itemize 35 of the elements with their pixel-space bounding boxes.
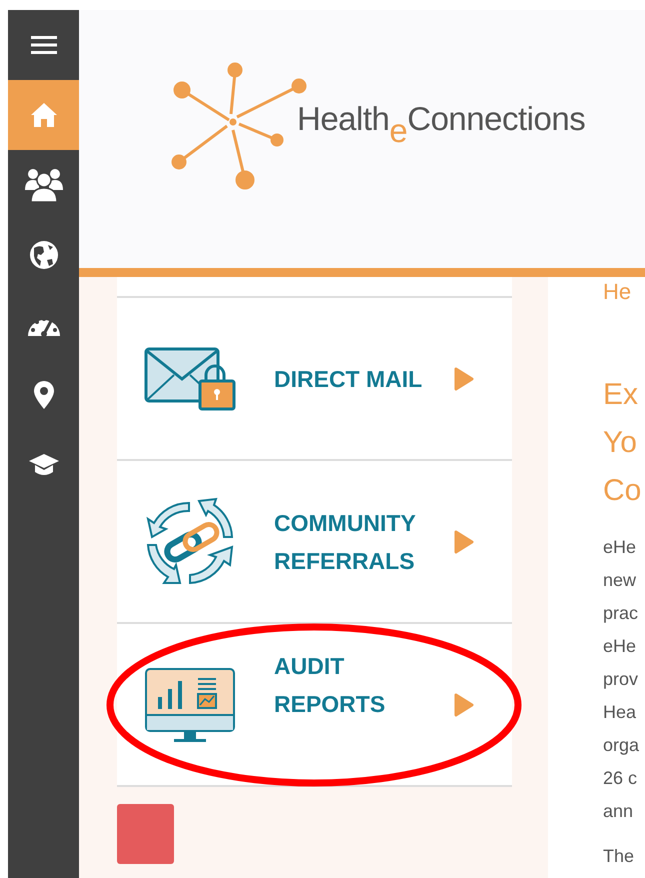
chain-link-icon (144, 496, 236, 586)
service-title: AUDIT (274, 652, 346, 680)
article-heading: Yo (603, 425, 638, 461)
location-pin-icon (34, 381, 54, 409)
play-arrow-icon (454, 530, 474, 554)
article-text: prac (603, 602, 640, 625)
service-title: REFERRALS (274, 546, 416, 576)
article-text: He (603, 279, 632, 305)
article-text: The (603, 845, 636, 868)
service-link[interactable]: DIRECT MAIL (117, 298, 512, 461)
article-text: eHe (603, 635, 638, 658)
menu-icon (30, 35, 56, 55)
article-heading: Co (603, 473, 642, 509)
service-link[interactable]: COMMUNITY REFERRALS (117, 461, 512, 624)
article-text: prov (603, 668, 640, 691)
service-title: REPORTS (274, 690, 386, 718)
people-icon (24, 168, 62, 202)
article-text: 26 c (603, 767, 638, 790)
article-text: ann (603, 800, 634, 823)
article-heading: Ex (603, 377, 640, 413)
monitor-chart-icon (144, 666, 236, 742)
article-text: orga (603, 734, 640, 757)
article-text: Hea (603, 701, 638, 724)
service-link[interactable]: AUDIT REPORTS (117, 624, 512, 787)
service-title: COMMUNITY (274, 508, 417, 538)
article-text: new (603, 569, 638, 592)
graduation-cap-icon (28, 453, 60, 477)
globe-icon (28, 240, 58, 270)
play-arrow-icon (454, 692, 474, 716)
app-tile (117, 804, 174, 864)
envelope-lock-icon (144, 346, 236, 410)
service-title: DIRECT MAIL (274, 364, 424, 394)
home-icon (30, 102, 58, 128)
article-text: eHe (603, 536, 638, 559)
play-arrow-icon (454, 366, 474, 390)
